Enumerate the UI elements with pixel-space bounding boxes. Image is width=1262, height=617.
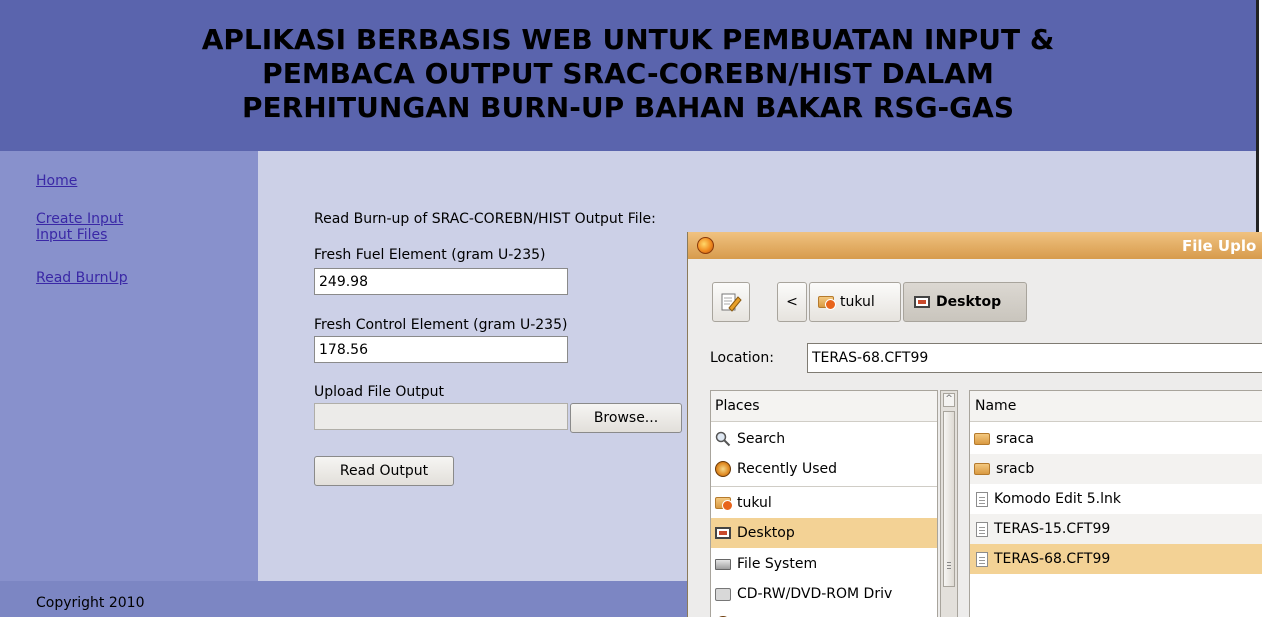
places-item-desktop[interactable]: Desktop: [711, 518, 937, 548]
copyright-text: Copyright 2010: [36, 595, 145, 611]
places-separator: [711, 486, 937, 487]
page-title: APLIKASI BERBASIS WEB UNTUK PEMBUATAN IN…: [128, 23, 1128, 125]
upload-file-input[interactable]: [314, 403, 568, 430]
fuel-element-input[interactable]: [314, 268, 568, 295]
file-name: Komodo Edit 5.lnk: [994, 491, 1121, 507]
places-scrollbar[interactable]: ^: [940, 390, 958, 617]
places-item-tukul[interactable]: tukul: [711, 488, 937, 518]
folder-icon: [974, 463, 990, 475]
places-panel: Places Search Recently Used tukul Deskto…: [710, 390, 938, 617]
file-row-teras-15[interactable]: TERAS-15.CFT99: [970, 514, 1262, 544]
dialog-titlebar[interactable]: File Uplo: [688, 232, 1262, 259]
places-item-label: Desktop: [737, 525, 795, 541]
file-upload-dialog[interactable]: File Uplo < tukul Desktop Location: Plac…: [687, 232, 1262, 617]
page-title-line-3: PERHITUNGAN BURN-UP BAHAN BAKAR RSG-GAS: [242, 90, 1014, 124]
nav-create-input-link[interactable]: Create Input Input Files: [36, 211, 186, 243]
places-item-label: Recently Used: [737, 461, 838, 477]
places-item-label: File System: [737, 556, 818, 572]
nav-home-link[interactable]: Home: [36, 173, 186, 189]
places-item-recently-used[interactable]: Recently Used: [711, 454, 937, 484]
folder-icon: [974, 433, 990, 445]
path-tukul-button[interactable]: tukul: [809, 282, 901, 322]
places-item-label: Search: [737, 431, 786, 447]
file-name: sraca: [996, 431, 1034, 447]
places-header[interactable]: Places: [711, 391, 937, 422]
desktop-icon: [914, 296, 930, 308]
path-desktop-button[interactable]: Desktop: [903, 282, 1027, 322]
home-folder-icon: [818, 296, 836, 310]
type-location-toggle-button[interactable]: [712, 282, 750, 322]
places-item-label: tukul: [737, 495, 772, 511]
files-panel: Name sraca sracb Komodo Edit 5.lnk TERAS…: [969, 390, 1262, 617]
places-header-label: Places: [715, 398, 760, 414]
edit-pencil-icon: [721, 293, 742, 312]
upload-file-label: Upload File Output: [314, 384, 445, 400]
page-header: APLIKASI BERBASIS WEB UNTUK PEMBUATAN IN…: [0, 0, 1256, 151]
file-name: TERAS-15.CFT99: [994, 521, 1111, 537]
drive-icon: [715, 558, 731, 570]
scroll-up-arrow-icon[interactable]: ^: [943, 393, 955, 407]
places-item-partial[interactable]: [711, 609, 937, 617]
page-title-line-1: APLIKASI BERBASIS WEB UNTUK PEMBUATAN IN…: [201, 22, 1055, 56]
file-row-teras-68[interactable]: TERAS-68.CFT99: [970, 544, 1262, 574]
page-title-line-2: PEMBACA OUTPUT SRAC-COREBN/HIST DALAM: [262, 56, 994, 90]
file-row-komodo[interactable]: Komodo Edit 5.lnk: [970, 484, 1262, 514]
file-icon: [976, 521, 988, 537]
recently-used-icon: [715, 461, 731, 477]
read-output-button[interactable]: Read Output: [314, 456, 454, 486]
file-row-sraca[interactable]: sraca: [970, 424, 1262, 454]
name-column-header[interactable]: Name: [970, 391, 1262, 422]
location-label: Location:: [710, 350, 774, 366]
cd-drive-icon: [715, 587, 731, 601]
file-name: sracb: [996, 461, 1035, 477]
home-folder-icon: [715, 497, 733, 511]
file-icon: [976, 491, 988, 507]
name-header-label: Name: [975, 398, 1017, 414]
nav-input-files-label: Input Files: [36, 227, 108, 243]
control-element-label: Fresh Control Element (gram U-235): [314, 317, 568, 333]
grip-icon: [947, 562, 951, 563]
firefox-icon: [697, 237, 714, 254]
path-desktop-label: Desktop: [936, 294, 1002, 310]
places-item-label: CD-RW/DVD-ROM Driv: [737, 586, 893, 602]
search-icon: [715, 431, 731, 447]
nav-create-input-label: Create Input: [36, 211, 124, 227]
location-input[interactable]: [807, 343, 1262, 373]
places-item-file-system[interactable]: File System: [711, 549, 937, 579]
browse-button[interactable]: Browse...: [570, 403, 682, 433]
nav-read-burnup-link[interactable]: Read BurnUp: [36, 270, 186, 286]
control-element-input[interactable]: [314, 336, 568, 363]
desktop-icon: [715, 527, 731, 539]
places-scrollbar-thumb[interactable]: [943, 411, 955, 587]
file-row-sracb[interactable]: sracb: [970, 454, 1262, 484]
path-tukul-label: tukul: [840, 294, 875, 310]
path-back-button[interactable]: <: [777, 282, 807, 322]
sidebar: Home Create Input Input Files Read BurnU…: [0, 151, 258, 581]
dialog-title: File Uplo: [1182, 237, 1257, 255]
places-item-cd-drive[interactable]: CD-RW/DVD-ROM Driv: [711, 579, 937, 609]
file-icon: [976, 551, 988, 567]
places-item-search[interactable]: Search: [711, 424, 937, 454]
form-heading: Read Burn-up of SRAC-COREBN/HIST Output …: [314, 211, 656, 227]
fuel-element-label: Fresh Fuel Element (gram U-235): [314, 247, 546, 263]
file-name: TERAS-68.CFT99: [994, 551, 1111, 567]
chevron-left-icon: <: [786, 294, 798, 310]
